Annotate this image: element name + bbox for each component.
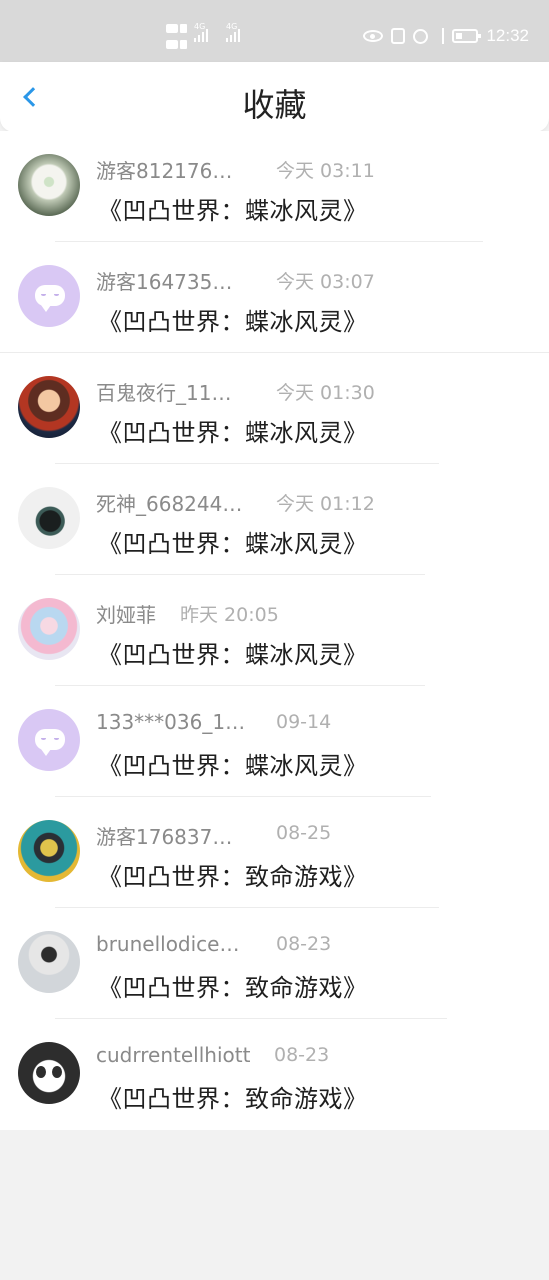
username: cudrrentellhiott xyxy=(96,1043,251,1067)
list-item[interactable]: 游客812176… 今天 03:11 《凹凸世界：蝶冰风灵》 xyxy=(0,131,549,242)
timestamp: 08-23 xyxy=(276,933,332,955)
work-title: 《凹凸世界：蝶冰风灵》 xyxy=(98,308,368,336)
signal-icon xyxy=(226,28,240,42)
work-title: 《凹凸世界：蝶冰风灵》 xyxy=(98,641,368,669)
signal-icon xyxy=(194,28,208,42)
username: 百鬼夜行_11… xyxy=(96,381,232,405)
avatar[interactable] xyxy=(18,154,80,216)
status-icons: 12:32 xyxy=(363,26,529,46)
page-title: 收藏 xyxy=(242,86,307,124)
chat-bubble-icon xyxy=(35,729,65,756)
username: brunellodice… xyxy=(96,932,240,956)
work-title: 《凹凸世界：蝶冰风灵》 xyxy=(98,419,368,447)
eye-icon xyxy=(363,30,384,42)
username: 游客812176… xyxy=(96,159,233,183)
timestamp: 今天 01:30 xyxy=(276,382,375,404)
timestamp: 今天 03:07 xyxy=(276,271,375,293)
username: 死神_668244… xyxy=(96,492,243,516)
battery-icon xyxy=(452,29,482,43)
list-item[interactable]: 百鬼夜行_11… 今天 01:30 《凹凸世界：蝶冰风灵》 xyxy=(0,353,549,464)
list-item[interactable]: 133***036_1… 09-14 《凹凸世界：蝶冰风灵》 xyxy=(0,686,549,797)
hd-icon xyxy=(166,40,178,49)
favorites-list: 游客812176… 今天 03:11 《凹凸世界：蝶冰风灵》 游客164735…… xyxy=(0,131,549,1130)
username: 游客176837… xyxy=(96,825,233,849)
work-title: 《凹凸世界：蝶冰风灵》 xyxy=(98,197,368,225)
list-item[interactable]: 死神_668244… 今天 01:12 《凹凸世界：蝶冰风灵》 xyxy=(0,464,549,575)
list-item[interactable]: 刘娅菲 昨天 20:05 《凹凸世界：蝶冰风灵》 xyxy=(0,575,549,686)
timestamp: 今天 03:11 xyxy=(276,160,375,182)
sim-icon xyxy=(180,24,187,33)
avatar[interactable] xyxy=(18,931,80,993)
bluetooth-icon xyxy=(436,28,445,44)
username: 刘娅菲 xyxy=(96,603,156,627)
timestamp: 08-25 xyxy=(276,822,332,844)
chat-bubble-icon xyxy=(35,285,65,312)
status-bar: 4G 4G 12:32 xyxy=(0,0,549,64)
work-title: 《凹凸世界：蝶冰风灵》 xyxy=(98,530,368,558)
sim-icon xyxy=(180,40,187,49)
default-avatar[interactable] xyxy=(18,709,80,771)
avatar[interactable] xyxy=(18,820,80,882)
list-item[interactable]: 游客176837… 08-25 《凹凸世界：致命游戏》 xyxy=(0,797,549,908)
hd-icon xyxy=(166,24,178,33)
work-title: 《凹凸世界：致命游戏》 xyxy=(98,974,368,1002)
avatar[interactable] xyxy=(18,376,80,438)
work-title: 《凹凸世界：致命游戏》 xyxy=(98,1085,368,1113)
list-item[interactable]: cudrrentellhiott 08-23 《凹凸世界：致命游戏》 xyxy=(0,1019,549,1130)
nfc-icon xyxy=(391,28,406,44)
work-title: 《凹凸世界：蝶冰风灵》 xyxy=(98,752,368,780)
username: 游客164735… xyxy=(96,270,233,294)
list-item[interactable]: brunellodice… 08-23 《凹凸世界：致命游戏》 xyxy=(0,908,549,1019)
alarm-icon xyxy=(413,28,429,44)
avatar[interactable] xyxy=(18,1042,80,1104)
list-item[interactable]: 游客164735… 今天 03:07 《凹凸世界：蝶冰风灵》 xyxy=(0,242,549,353)
default-avatar[interactable] xyxy=(18,265,80,327)
timestamp: 昨天 20:05 xyxy=(180,604,279,626)
timestamp: 08-23 xyxy=(274,1044,330,1066)
timestamp: 09-14 xyxy=(276,711,332,733)
timestamp: 今天 01:12 xyxy=(276,493,375,515)
status-time: 12:32 xyxy=(486,26,529,45)
avatar[interactable] xyxy=(18,598,80,660)
avatar[interactable] xyxy=(18,487,80,549)
work-title: 《凹凸世界：致命游戏》 xyxy=(98,863,368,891)
nav-bar: 收藏 xyxy=(0,62,549,132)
username: 133***036_1… xyxy=(96,710,246,734)
